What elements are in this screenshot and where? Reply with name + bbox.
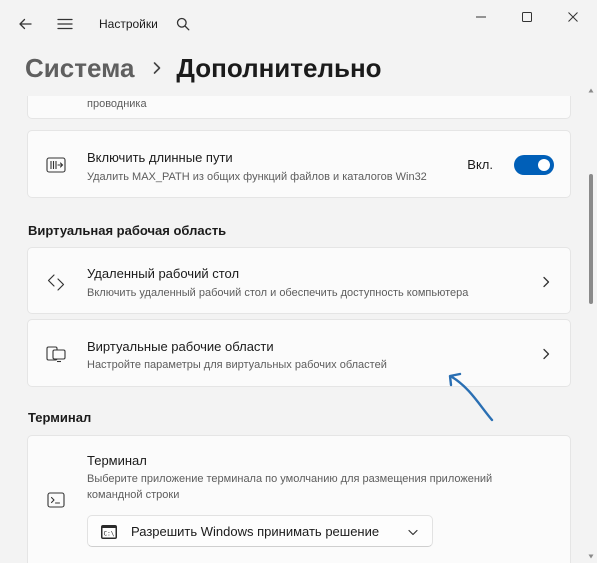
title-bar: Настройки xyxy=(0,0,597,46)
section-header-terminal: Терминал xyxy=(28,410,92,425)
remote-desktop-icon xyxy=(46,272,66,292)
remote-desktop-title: Удаленный рабочий стол xyxy=(87,266,240,281)
page-title: Дополнительно xyxy=(176,52,382,83)
scroll-down-arrow-icon[interactable] xyxy=(588,554,594,562)
toggle-knob xyxy=(538,159,550,171)
scrollbar-thumb[interactable] xyxy=(589,174,593,304)
search-icon[interactable] xyxy=(171,12,195,36)
minimize-button[interactable] xyxy=(458,6,504,32)
long-paths-card: Включить длинные пути Удалить MAX_PATH и… xyxy=(27,130,571,198)
virtual-workspaces-icon xyxy=(46,344,66,364)
hamburger-menu-icon[interactable] xyxy=(53,12,77,36)
toggle-state-label: Вкл. xyxy=(467,157,493,172)
chevron-right-icon xyxy=(540,348,552,360)
vertical-scrollbar[interactable] xyxy=(588,88,594,563)
back-arrow-icon[interactable] xyxy=(13,12,37,36)
partial-card-description: проводника xyxy=(87,98,147,110)
settings-content: проводника Включить длинные пути Удалить… xyxy=(0,96,597,563)
command-prompt-icon: C:\ xyxy=(101,524,117,540)
remote-desktop-card[interactable]: Удаленный рабочий стол Включить удаленны… xyxy=(27,247,571,314)
close-button[interactable] xyxy=(550,6,596,32)
terminal-title: Терминал xyxy=(87,453,147,468)
terminal-app-dropdown[interactable]: C:\ Разрешить Windows принимать решение xyxy=(87,515,433,547)
terminal-card: Терминал Выберите приложение терминала п… xyxy=(27,435,571,563)
close-icon xyxy=(567,10,579,28)
remote-desktop-description: Включить удаленный рабочий стол и обеспе… xyxy=(87,287,469,299)
long-paths-title: Включить длинные пути xyxy=(87,150,233,165)
maximize-icon xyxy=(521,10,533,28)
svg-text:C:\: C:\ xyxy=(104,531,115,538)
dropdown-selected-value: Разрешить Windows принимать решение xyxy=(131,524,380,539)
chevron-right-icon xyxy=(540,276,552,288)
annotation-arrow-icon xyxy=(440,362,504,428)
virtual-workspaces-title: Виртуальные рабочие области xyxy=(87,339,274,354)
long-paths-toggle[interactable] xyxy=(514,155,554,175)
chevron-right-icon xyxy=(152,61,162,75)
scroll-up-arrow-icon[interactable] xyxy=(588,88,594,96)
chevron-down-icon xyxy=(408,527,418,537)
breadcrumb-parent[interactable]: Система xyxy=(25,53,134,84)
partial-setting-card[interactable]: проводника xyxy=(27,96,571,119)
maximize-button[interactable] xyxy=(504,6,550,32)
terminal-description-line2: командной строки xyxy=(87,489,180,501)
section-header-virtual-workspaces: Виртуальная рабочая область xyxy=(28,223,227,238)
virtual-workspaces-description: Настройте параметры для виртуальных рабо… xyxy=(87,359,387,371)
breadcrumb: Система Дополнительно xyxy=(25,48,382,88)
minimize-icon xyxy=(475,10,487,28)
terminal-description-line1: Выберите приложение терминала по умолчан… xyxy=(87,473,493,485)
long-paths-icon xyxy=(46,155,66,175)
window-title: Настройки xyxy=(99,17,158,31)
long-paths-description: Удалить MAX_PATH из общих функций файлов… xyxy=(87,171,427,183)
terminal-icon xyxy=(46,490,66,510)
